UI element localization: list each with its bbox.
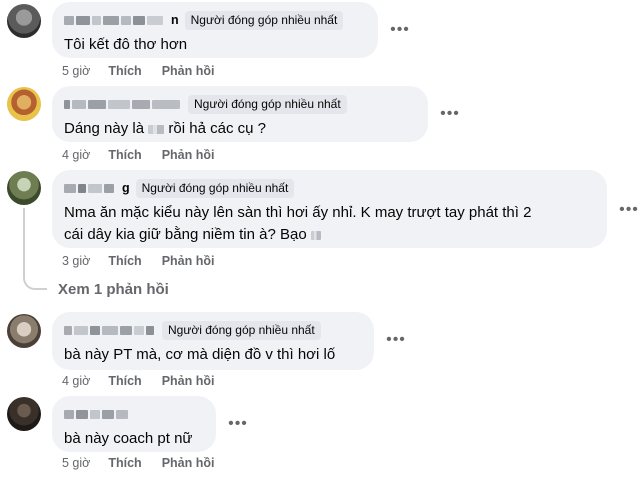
comment-text-line: cái dây kia giữ bằng niềm tin à? Bạo bbox=[64, 224, 595, 246]
comment-actions: 5 giờ Thích Phản hồi bbox=[62, 456, 234, 470]
timestamp[interactable]: 5 giờ bbox=[62, 456, 90, 470]
view-replies-link[interactable]: Xem 1 phản hồi bbox=[58, 281, 169, 298]
avatar[interactable] bbox=[7, 314, 41, 348]
comment-text: Dáng này là rồi hả các cụ ? bbox=[64, 118, 416, 140]
more-options-icon[interactable]: ••• bbox=[388, 22, 412, 44]
more-options-icon[interactable]: ••• bbox=[384, 332, 408, 354]
timestamp[interactable]: 4 giờ bbox=[62, 374, 90, 388]
thread-line bbox=[23, 208, 25, 278]
thread-connector bbox=[23, 270, 47, 290]
comment-text-part: rồi hả các cụ ? bbox=[168, 120, 266, 137]
like-button[interactable]: Thích bbox=[108, 456, 141, 470]
reply-button[interactable]: Phản hồi bbox=[162, 148, 215, 162]
blurred-word bbox=[148, 124, 165, 134]
comment-bubble: n Người đóng góp nhiều nhất Tôi kết đô t… bbox=[52, 2, 378, 58]
more-options-icon[interactable]: ••• bbox=[617, 202, 640, 224]
timestamp[interactable]: 5 giờ bbox=[62, 64, 90, 78]
like-button[interactable]: Thích bbox=[108, 254, 141, 268]
timestamp[interactable]: 3 giờ bbox=[62, 254, 90, 268]
comment-bubble: bà này coach pt nữ bbox=[52, 396, 216, 452]
comment-actions: 4 giờ Thích Phản hồi bbox=[62, 374, 234, 388]
comment-text: Tôi kết đô thơ hơn bbox=[64, 36, 188, 53]
blurred-author-name[interactable] bbox=[64, 14, 165, 26]
comment-text: bà này PT mà, cơ mà diện đồ v thì hơi lố bbox=[64, 346, 336, 363]
comment-bubble: Người đóng góp nhiều nhất Dáng này là rồ… bbox=[52, 86, 428, 142]
blurred-author-name[interactable] bbox=[64, 408, 130, 420]
comment-actions: 5 giờ Thích Phản hồi bbox=[62, 64, 234, 78]
like-button[interactable]: Thích bbox=[108, 148, 141, 162]
comment-text-part: Dáng này là bbox=[64, 120, 145, 137]
comment-bubble: g Người đóng góp nhiều nhất Nma ăn mặc k… bbox=[52, 170, 607, 248]
reply-button[interactable]: Phản hồi bbox=[162, 254, 215, 268]
reply-button[interactable]: Phản hồi bbox=[162, 456, 215, 470]
reply-button[interactable]: Phản hồi bbox=[162, 64, 215, 78]
blurred-author-name[interactable] bbox=[64, 182, 116, 194]
top-contributor-badge: Người đóng góp nhiều nhất bbox=[184, 10, 344, 30]
comment-actions: 3 giờ Thích Phản hồi bbox=[62, 254, 234, 268]
blurred-author-name[interactable] bbox=[64, 324, 156, 336]
comment-text: Nma ăn mặc kiểu này lên sàn thì hơi ấy n… bbox=[64, 202, 595, 246]
blurred-author-name[interactable] bbox=[64, 98, 182, 110]
top-contributor-badge: Người đóng góp nhiều nhất bbox=[135, 178, 295, 198]
author-name-suffix[interactable]: g bbox=[122, 181, 130, 195]
top-contributor-badge: Người đóng góp nhiều nhất bbox=[162, 320, 321, 340]
avatar[interactable] bbox=[7, 87, 41, 121]
blurred-word bbox=[310, 230, 321, 240]
avatar[interactable] bbox=[7, 397, 41, 431]
comment-actions: 4 giờ Thích Phản hồi bbox=[62, 148, 234, 162]
comment-text-part: cái dây kia giữ bằng niềm tin à? Bạo bbox=[64, 226, 307, 243]
comment-text: bà này coach pt nữ bbox=[64, 430, 193, 447]
top-contributor-badge: Người đóng góp nhiều nhất bbox=[188, 94, 347, 114]
like-button[interactable]: Thích bbox=[108, 64, 141, 78]
avatar[interactable] bbox=[7, 171, 41, 205]
like-button[interactable]: Thích bbox=[108, 374, 141, 388]
more-options-icon[interactable]: ••• bbox=[438, 106, 462, 128]
comment-text-line: Nma ăn mặc kiểu này lên sàn thì hơi ấy n… bbox=[64, 204, 532, 221]
author-name-suffix[interactable]: n bbox=[171, 13, 179, 27]
comment-bubble: Người đóng góp nhiều nhất bà này PT mà, … bbox=[52, 312, 374, 370]
reply-button[interactable]: Phản hồi bbox=[162, 374, 215, 388]
more-options-icon[interactable]: ••• bbox=[226, 416, 250, 438]
timestamp[interactable]: 4 giờ bbox=[62, 148, 90, 162]
avatar[interactable] bbox=[7, 4, 41, 38]
